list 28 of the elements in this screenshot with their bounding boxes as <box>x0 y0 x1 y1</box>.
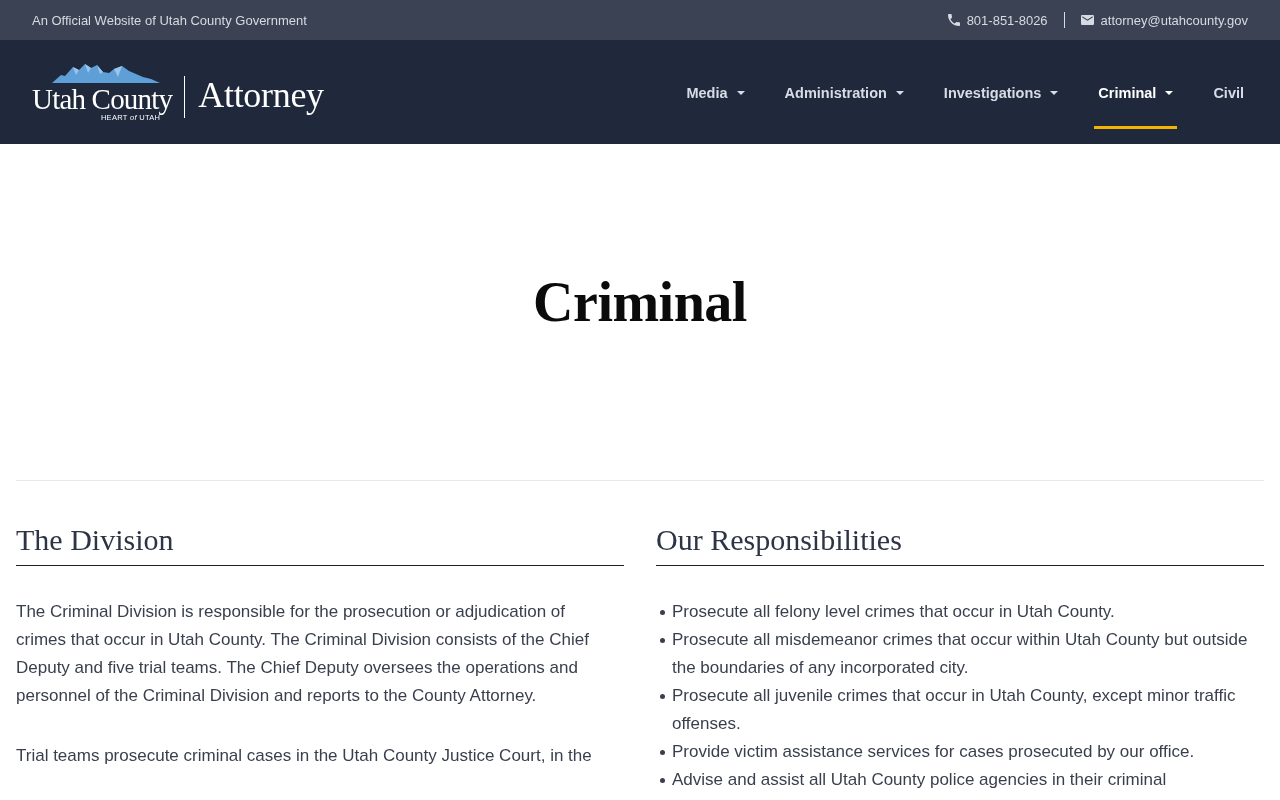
bullet-icon <box>660 750 665 755</box>
list-item-text: Provide victim assistance services for cases prosecuted by our office. <box>672 741 1195 763</box>
logo-office-name: Attorney <box>198 75 324 115</box>
bullet-icon <box>660 694 665 699</box>
contact-link[interactable]: 801-851-8026 <box>966 12 1048 28</box>
page-title: Criminal <box>533 270 747 334</box>
nav-link[interactable]: Media <box>682 60 749 129</box>
section-heading: The Division <box>16 522 624 566</box>
list-item-text: Prosecute all felony level crimes that occur in Utah County. <box>672 601 1115 623</box>
nav-link[interactable]: Criminal <box>1094 60 1178 129</box>
section-heading: Our Responsibilities <box>656 522 1264 566</box>
nav-link[interactable]: Administration <box>780 60 908 129</box>
official-notice: An Official Website of Utah County Government <box>32 12 307 28</box>
body-paragraph: Trial teams prosecute criminal cases in the Utah County Justice Court, in the <box>16 745 593 767</box>
bullet-icon <box>660 778 665 783</box>
envelope-icon <box>1080 15 1094 25</box>
list-item-text: Prosecute all misdemeanor crimes that occur within Utah County but outside the boundaries of any incorporated city. <box>672 629 1249 679</box>
list-item-text: Advise and assist all Utah County police agencies in their criminal <box>672 769 1167 791</box>
mountain-range-icon <box>52 62 160 83</box>
nav-link[interactable]: Investigations <box>939 60 1063 129</box>
nav-link[interactable]: Civil <box>1209 60 1248 129</box>
body-paragraph: The Criminal Division is responsible for the prosecution or adjudication of crimes that occur in Utah County. The Criminal Division consists of the Chief Deputy and five trial teams. The Chief Deputy oversees the operations and personnel of the Criminal Division and reports to the County Attorney. <box>16 601 590 707</box>
phone-icon <box>947 14 960 26</box>
contact-link[interactable]: attorney@utahcounty.gov <box>1100 12 1248 28</box>
logo-county-name: Utah County <box>32 84 173 113</box>
bullet-icon <box>660 638 665 643</box>
bullet-icon <box>660 610 665 615</box>
list-item-text: Prosecute all juvenile crimes that occur in Utah County, except minor traffic offenses. <box>672 685 1237 735</box>
